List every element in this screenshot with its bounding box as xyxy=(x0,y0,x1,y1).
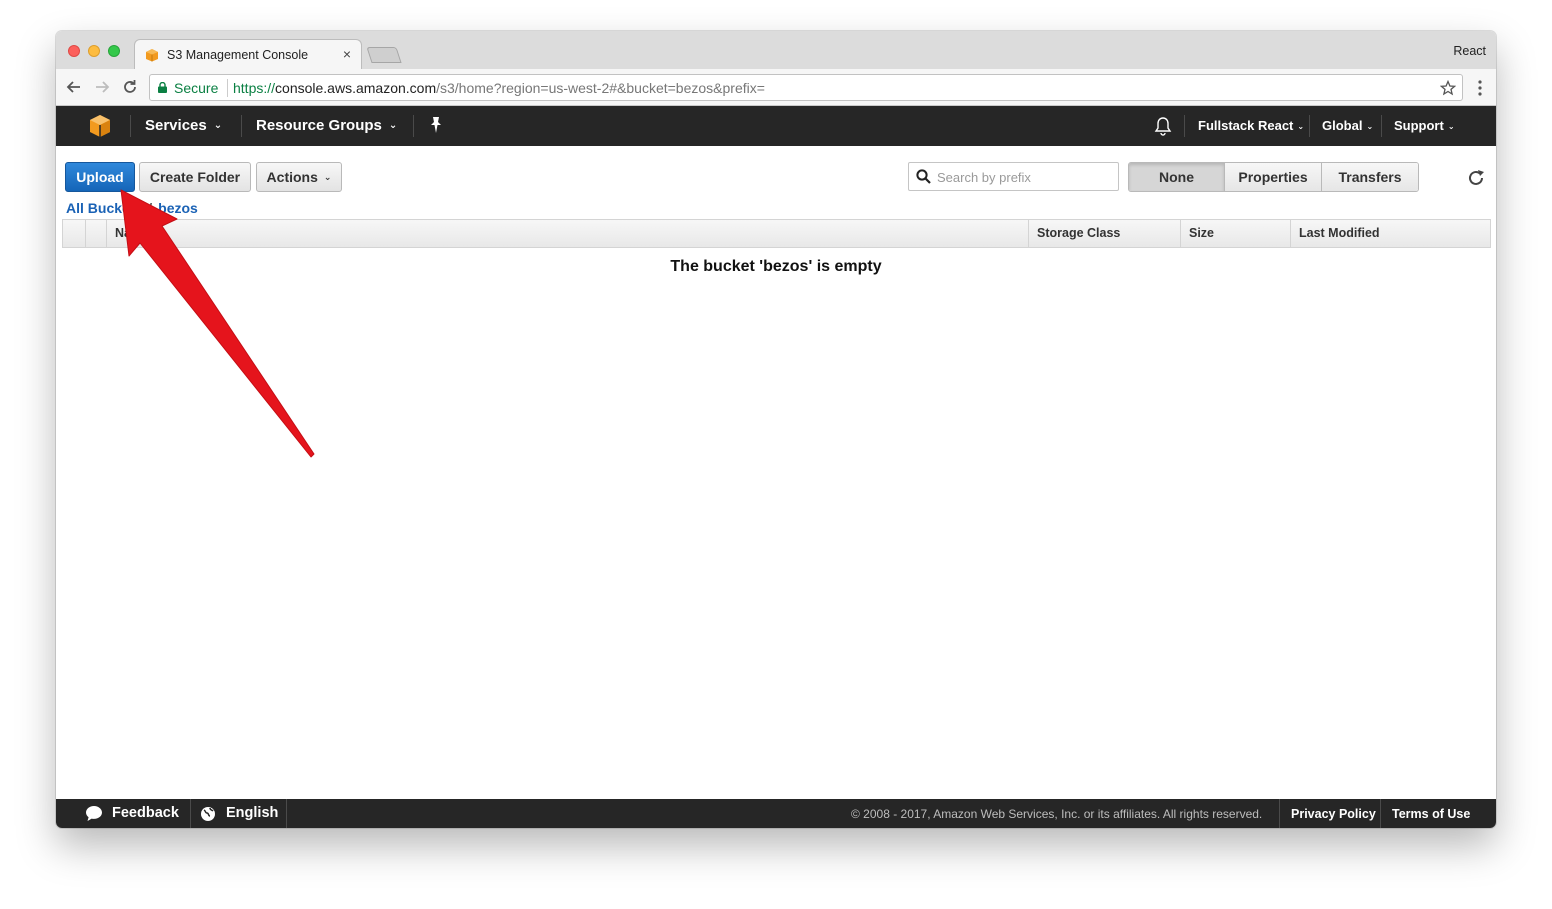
search-prefix-input[interactable] xyxy=(937,167,1112,187)
speech-bubble-icon xyxy=(86,806,102,821)
nav-divider xyxy=(1184,115,1185,137)
footer-divider xyxy=(286,799,287,828)
nav-divider xyxy=(413,115,414,137)
language-selector[interactable]: English xyxy=(226,805,278,821)
search-box xyxy=(908,162,1119,191)
close-window-button[interactable] xyxy=(68,45,80,57)
bookmark-star-icon[interactable] xyxy=(1440,80,1456,96)
footer-divider xyxy=(190,799,191,828)
search-icon xyxy=(916,169,931,184)
table-checkbox-column[interactable] xyxy=(85,220,106,247)
feedback-link[interactable]: Feedback xyxy=(112,805,179,821)
url-scheme: https:// xyxy=(233,80,276,96)
table-column-spacer xyxy=(63,220,85,247)
region-label: Global xyxy=(1322,118,1363,133)
footer-divider xyxy=(1279,799,1280,828)
reload-icon[interactable] xyxy=(122,79,138,95)
column-storage-class[interactable]: Storage Class xyxy=(1028,220,1180,247)
back-arrow-icon[interactable] xyxy=(66,79,82,95)
upload-button[interactable]: Upload xyxy=(65,162,135,192)
chevron-down-icon: ⌄ xyxy=(388,120,398,131)
chevron-down-icon: ⌄ xyxy=(213,120,223,131)
support-menu[interactable]: Support ⌄ xyxy=(1394,118,1455,133)
nav-divider xyxy=(1381,115,1382,137)
empty-bucket-message: The bucket 'bezos' is empty xyxy=(670,258,882,275)
column-last-modified[interactable]: Last Modified xyxy=(1290,220,1490,247)
create-folder-button[interactable]: Create Folder xyxy=(139,162,251,192)
breadcrumb-all-buckets[interactable]: All Buckets xyxy=(66,200,142,216)
lock-icon xyxy=(158,82,167,93)
breadcrumb-separator: / xyxy=(148,200,153,216)
breadcrumb: All Buckets / bezos xyxy=(66,200,198,216)
actions-dropdown[interactable]: Actions ⌄ xyxy=(256,162,342,192)
chevron-down-icon: ⌄ xyxy=(1366,122,1374,131)
account-label: Fullstack React xyxy=(1198,118,1294,133)
secure-label: Secure xyxy=(174,80,219,96)
omnibox-divider xyxy=(227,79,228,97)
chevron-down-icon: ⌄ xyxy=(1447,122,1455,131)
account-menu[interactable]: Fullstack React ⌄ xyxy=(1198,118,1304,133)
view-transfers-button[interactable]: Transfers xyxy=(1322,163,1418,191)
resource-groups-menu[interactable]: Resource Groups ⌄ xyxy=(256,117,397,134)
aws-favicon-icon xyxy=(146,49,158,62)
aws-cube-logo-icon[interactable] xyxy=(88,114,112,138)
column-size[interactable]: Size xyxy=(1180,220,1290,247)
table-header: Name Storage Class Size Last Modified xyxy=(62,219,1491,248)
terms-of-use-link[interactable]: Terms of Use xyxy=(1392,807,1470,821)
breadcrumb-bucket[interactable]: bezos xyxy=(158,200,198,216)
chevron-down-icon: ⌄ xyxy=(1297,122,1305,131)
minimize-window-button[interactable] xyxy=(88,45,100,57)
url-path: /s3/home?region=us-west-2#&bucket=bezos&… xyxy=(436,80,765,96)
services-label: Services xyxy=(145,117,207,134)
view-toggle-group: None Properties Transfers xyxy=(1128,162,1419,192)
url-host: console.aws.amazon.com xyxy=(275,80,437,96)
tab-close-icon[interactable]: × xyxy=(343,46,351,62)
copyright-text: © 2008 - 2017, Amazon Web Services, Inc.… xyxy=(851,807,1263,821)
resource-groups-label: Resource Groups xyxy=(256,117,382,134)
tab-strip: S3 Management Console × React xyxy=(56,31,1496,70)
region-menu[interactable]: Global ⌄ xyxy=(1322,118,1373,133)
tab-title: S3 Management Console xyxy=(167,48,309,62)
bell-icon[interactable] xyxy=(1154,116,1172,136)
column-name[interactable]: Name xyxy=(106,220,1028,247)
nav-divider xyxy=(1309,115,1310,137)
profile-name[interactable]: React xyxy=(1453,44,1486,58)
nav-divider xyxy=(241,115,242,137)
services-menu[interactable]: Services ⌄ xyxy=(145,117,222,134)
url-text[interactable]: https://console.aws.amazon.com/s3/home?r… xyxy=(233,80,765,96)
new-tab-button[interactable] xyxy=(366,47,402,63)
nav-divider xyxy=(130,115,131,137)
browser-window: S3 Management Console × React Secure htt… xyxy=(56,31,1496,828)
aws-top-nav: Services ⌄ Resource Groups ⌄ Fullstack Rea… xyxy=(56,106,1496,146)
forward-arrow-icon[interactable] xyxy=(94,79,110,95)
chevron-down-icon: ⌄ xyxy=(323,172,332,182)
support-label: Support xyxy=(1394,118,1444,133)
maximize-window-button[interactable] xyxy=(108,45,120,57)
browser-menu-icon[interactable] xyxy=(1478,80,1482,96)
actions-label: Actions xyxy=(266,169,318,185)
view-properties-button[interactable]: Properties xyxy=(1225,163,1322,191)
globe-icon xyxy=(201,807,215,821)
browser-tab[interactable]: S3 Management Console × xyxy=(134,39,362,70)
view-none-button[interactable]: None xyxy=(1129,163,1225,191)
pin-icon[interactable] xyxy=(428,116,444,134)
footer-divider xyxy=(1380,799,1381,828)
refresh-icon[interactable] xyxy=(1466,168,1486,188)
privacy-policy-link[interactable]: Privacy Policy xyxy=(1291,807,1376,821)
address-bar[interactable]: Secure https://console.aws.amazon.com/s3… xyxy=(149,74,1463,101)
browser-toolbar: Secure https://console.aws.amazon.com/s3… xyxy=(56,69,1496,106)
aws-footer: Feedback English © 2008 - 2017, Amazon W… xyxy=(56,799,1496,828)
